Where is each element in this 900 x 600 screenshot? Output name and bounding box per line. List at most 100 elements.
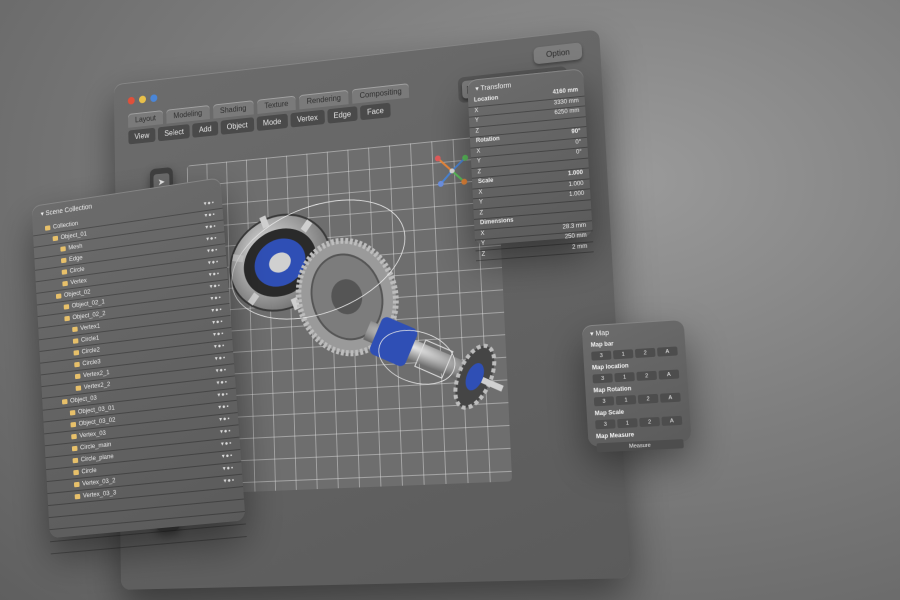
visibility-icon[interactable]: ▾●▪: [208, 269, 220, 281]
visibility-icon[interactable]: ▾●▪: [211, 305, 223, 317]
outliner-row-label: Circle: [69, 264, 84, 277]
map-panel: ▾ Map Map bar 3 1 2 A Map location 3 1 2 A Map Rot…: [582, 319, 692, 447]
collection-icon: [74, 362, 80, 368]
visibility-icon[interactable]: ▾●▪: [223, 475, 235, 487]
visibility-icon[interactable]: ▾●▪: [209, 281, 221, 293]
transform-field-value[interactable]: 28.3 mm: [562, 221, 586, 232]
tab-rendering[interactable]: Rendering: [299, 90, 349, 110]
transform-field-value[interactable]: 1.000: [568, 179, 584, 190]
map-button[interactable]: Measure: [596, 439, 683, 452]
visibility-icon[interactable]: ▾●▪: [214, 341, 226, 353]
map-button[interactable]: 3: [594, 396, 614, 406]
map-button[interactable]: A: [658, 369, 679, 379]
close-button[interactable]: [128, 97, 135, 105]
visibility-icon[interactable]: ▾●▪: [215, 353, 227, 365]
visibility-icon[interactable]: ▾●▪: [203, 198, 215, 210]
transform-field-value[interactable]: 1.000: [569, 190, 585, 201]
menu-face[interactable]: Face: [360, 103, 391, 121]
map-button[interactable]: 2: [638, 394, 659, 404]
tab-compositing[interactable]: Compositing: [352, 83, 410, 104]
map-title-text: Map: [595, 330, 609, 338]
map-button[interactable]: A: [661, 416, 682, 426]
collection-icon: [73, 338, 79, 344]
visibility-icon[interactable]: ▾●▪: [204, 210, 216, 222]
transform-field-label: X: [478, 188, 482, 198]
transform-field-value[interactable]: [585, 200, 586, 209]
menu-edge[interactable]: Edge: [327, 106, 358, 124]
map-button[interactable]: 3: [592, 373, 612, 383]
outliner-panel: ▾ Scene Collection Collection ▾●▪ Object_0…: [31, 177, 245, 538]
visibility-icon[interactable]: ▾●▪: [217, 389, 229, 401]
minimize-button[interactable]: [139, 95, 146, 103]
visibility-icon[interactable]: ▾●▪: [212, 317, 224, 329]
visibility-icon[interactable]: ▾●▪: [205, 222, 217, 234]
visibility-icon[interactable]: ▾●▪: [219, 414, 231, 426]
collection-icon: [62, 269, 68, 275]
collection-icon: [70, 422, 76, 428]
menu-object[interactable]: Object: [220, 117, 254, 135]
collection-icon: [61, 258, 67, 264]
transform-fields: Location 4160 mm X 3330 mm Y 6250 mm Z Rotation…: [468, 86, 594, 261]
transform-field-value[interactable]: 2 mm: [572, 242, 588, 253]
maximize-button[interactable]: [150, 94, 157, 102]
menu-add[interactable]: Add: [193, 121, 218, 138]
map-button[interactable]: 2: [636, 371, 657, 381]
transform-field-label: Z: [479, 209, 483, 219]
collection-icon: [45, 225, 51, 231]
visibility-icon[interactable]: ▾●▪: [221, 438, 233, 450]
tab-layout[interactable]: Layout: [128, 110, 163, 128]
transform-field-value[interactable]: 250 mm: [565, 232, 587, 243]
visibility-icon[interactable]: ▾●▪: [222, 451, 234, 463]
visibility-icon[interactable]: ▾●▪: [222, 463, 234, 475]
map-sections: Map bar 3 1 2 A Map location 3 1 2 A Map Rotation 3…: [583, 335, 693, 456]
map-button[interactable]: 3: [591, 351, 611, 361]
collection-icon: [72, 446, 78, 452]
visibility-icon[interactable]: ▾●▪: [210, 293, 222, 305]
map-button[interactable]: 3: [595, 419, 615, 429]
transform-field-value[interactable]: 0°: [576, 148, 582, 158]
visibility-icon[interactable]: ▾●▪: [218, 402, 230, 414]
collection-icon: [70, 410, 76, 416]
transform-field-value[interactable]: [580, 117, 581, 126]
outliner-row-label: Circle: [81, 465, 97, 478]
map-button[interactable]: A: [657, 346, 678, 356]
transform-field-value[interactable]: [585, 211, 586, 220]
option-button[interactable]: Option: [534, 42, 583, 64]
collection-icon: [53, 236, 59, 242]
transform-field-value[interactable]: 90°: [571, 128, 581, 138]
menu-mode[interactable]: Mode: [256, 114, 287, 131]
transform-field-value[interactable]: 1.000: [568, 169, 584, 180]
map-button[interactable]: 1: [617, 418, 638, 428]
tab-modeling[interactable]: Modeling: [166, 105, 209, 124]
visibility-icon[interactable]: ▾●▪: [213, 329, 225, 341]
outliner-list: Collection ▾●▪ Object_01 ▾●▪ Mesh ▾●▪ Edge ▾●▪ C…: [33, 197, 247, 554]
transform-field-value[interactable]: 0°: [575, 138, 581, 148]
visibility-icon[interactable]: ▾●▪: [215, 365, 227, 377]
visibility-icon[interactable]: ▾●▪: [206, 233, 218, 245]
map-button[interactable]: 2: [635, 348, 656, 358]
menu-view[interactable]: View: [128, 128, 155, 145]
collection-icon: [60, 246, 66, 252]
visibility-icon[interactable]: ▾●▪: [216, 377, 228, 389]
visibility-icon[interactable]: ▾●▪: [220, 426, 232, 438]
transform-field-value[interactable]: [582, 159, 583, 168]
tab-texture[interactable]: Texture: [257, 96, 296, 114]
gear-assembly-model[interactable]: [214, 175, 510, 463]
collection-icon: [64, 316, 70, 322]
visibility-icon[interactable]: ▾●▪: [208, 257, 220, 269]
menu-select[interactable]: Select: [158, 124, 190, 141]
transform-field-label: Z: [481, 250, 485, 260]
tab-shading[interactable]: Shading: [213, 100, 254, 118]
menu-vertex[interactable]: Vertex: [290, 110, 324, 128]
visibility-icon[interactable]: ▾●▪: [207, 245, 219, 257]
map-button[interactable]: 1: [616, 395, 637, 405]
map-button[interactable]: 2: [639, 417, 660, 427]
outliner-title-text: Scene Collection: [45, 204, 92, 218]
collection-icon: [73, 350, 79, 356]
map-button[interactable]: 1: [613, 349, 634, 359]
collection-icon: [74, 482, 80, 488]
collection-icon: [76, 385, 82, 391]
map-button[interactable]: 1: [614, 372, 635, 382]
scene: Option Layout Modeling Shading Texture R…: [0, 0, 900, 600]
map-button[interactable]: A: [660, 393, 681, 403]
